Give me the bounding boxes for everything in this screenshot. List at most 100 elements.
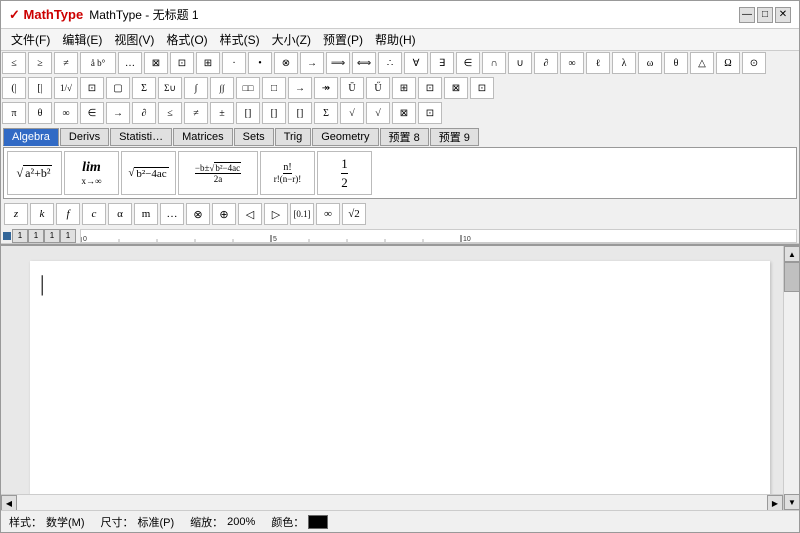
small-ellipsis[interactable]: … <box>160 203 184 225</box>
ruler-mini-2[interactable]: 1 <box>28 229 44 243</box>
small-alpha[interactable]: α <box>108 203 132 225</box>
menu-format[interactable]: 格式(O) <box>160 29 213 50</box>
tab-statisti[interactable]: Statisti… <box>110 128 172 146</box>
sym-ell[interactable]: ℓ <box>586 52 610 74</box>
tab-geometry[interactable]: Geometry <box>312 128 378 146</box>
sym-implies[interactable]: ⟹ <box>326 52 350 74</box>
tpl-sqrt-sum[interactable]: √ a²+b² <box>7 151 62 195</box>
sym-lbracket[interactable]: [| <box>28 77 52 99</box>
sym-cap[interactable]: ∩ <box>482 52 506 74</box>
sym-sqrt[interactable]: √ <box>340 102 364 124</box>
ruler-mini-4[interactable]: 1 <box>60 229 76 243</box>
small-m[interactable]: m <box>134 203 158 225</box>
sym-otimes[interactable]: ⊗ <box>274 52 298 74</box>
sym-iff[interactable]: ⟺ <box>352 52 376 74</box>
menu-help[interactable]: 帮助(H) <box>369 29 422 50</box>
menu-edit[interactable]: 编辑(E) <box>56 29 108 50</box>
sym-boxdot[interactable]: ⊡ <box>170 52 194 74</box>
sym-neq2[interactable]: ≠ <box>184 102 208 124</box>
scroll-track-v[interactable] <box>784 262 799 494</box>
menu-prefs[interactable]: 预置(P) <box>317 29 369 50</box>
menu-file[interactable]: 文件(F) <box>5 29 56 50</box>
sym-arrow-r[interactable]: → <box>288 77 312 99</box>
small-z[interactable]: z <box>4 203 28 225</box>
sym-bigomega[interactable]: Ω <box>716 52 740 74</box>
sym-boxdot3[interactable]: ⊡ <box>418 102 442 124</box>
sym-neq[interactable]: ≠ <box>54 52 78 74</box>
sym-boxplus[interactable]: ⊞ <box>196 52 220 74</box>
small-01[interactable]: [0.1] <box>290 203 314 225</box>
sym-cdot[interactable]: · <box>222 52 246 74</box>
sym-twohead[interactable]: ↠ <box>314 77 338 99</box>
small-f[interactable]: f <box>56 203 80 225</box>
sym-sigma[interactable]: Σ <box>132 77 156 99</box>
minimize-button[interactable]: — <box>739 7 755 23</box>
sym-leq2[interactable]: ≤ <box>158 102 182 124</box>
small-c[interactable]: c <box>82 203 106 225</box>
menu-size[interactable]: 大小(Z) <box>266 29 317 50</box>
sym-boxplus2[interactable]: ⊞ <box>392 77 416 99</box>
sym-triangle[interactable]: △ <box>690 52 714 74</box>
small-otimes[interactable]: ⊗ <box>186 203 210 225</box>
sym-boxes[interactable]: □□ <box>236 77 260 99</box>
sym-bracket2[interactable]: [] <box>262 102 286 124</box>
small-oplus[interactable]: ⊕ <box>212 203 236 225</box>
small-k[interactable]: k <box>30 203 54 225</box>
sym-cup[interactable]: ∪ <box>508 52 532 74</box>
small-infty[interactable]: ∞ <box>316 203 340 225</box>
close-button[interactable]: ✕ <box>775 7 791 23</box>
sym-boxtimes3[interactable]: ⊠ <box>392 102 416 124</box>
sym-theta[interactable]: θ <box>664 52 688 74</box>
sym-forall[interactable]: ∀ <box>404 52 428 74</box>
equation-page[interactable]: | <box>30 261 770 521</box>
tab-matrices[interactable]: Matrices <box>173 128 233 146</box>
ruler-mini-1[interactable]: 1 <box>12 229 28 243</box>
tpl-quad-sqrt[interactable]: √ b²−4ac <box>121 151 176 195</box>
sym-matrix-box[interactable]: ⊡ <box>80 77 104 99</box>
sym-box[interactable]: □ <box>262 77 286 99</box>
sym-partial2[interactable]: ∂ <box>132 102 156 124</box>
sym-geq[interactable]: ≥ <box>28 52 52 74</box>
sym-lambda[interactable]: λ <box>612 52 636 74</box>
sym-theta2[interactable]: θ <box>28 102 52 124</box>
tpl-limit[interactable]: lim x→∞ <box>64 151 119 195</box>
menu-style[interactable]: 样式(S) <box>214 29 266 50</box>
ruler-mini-3[interactable]: 1 <box>44 229 60 243</box>
small-rtri[interactable]: ▷ <box>264 203 288 225</box>
sym-rightarrow[interactable]: → <box>300 52 324 74</box>
scroll-left-button[interactable]: ◀ <box>1 495 17 511</box>
scroll-right-button[interactable]: ▶ <box>767 495 783 511</box>
sym-boxtimes2[interactable]: ⊠ <box>444 77 468 99</box>
tab-trig[interactable]: Trig <box>275 128 312 146</box>
sym-ubar2[interactable]: Ű <box>366 77 390 99</box>
small-sqrt2[interactable]: √2 <box>342 203 366 225</box>
tab-sets[interactable]: Sets <box>234 128 274 146</box>
sym-ubar1[interactable]: Ū <box>340 77 364 99</box>
menu-view[interactable]: 视图(V) <box>108 29 160 50</box>
sym-boxdot2[interactable]: ⊡ <box>418 77 442 99</box>
sym-frac-sqrt[interactable]: 1/√ <box>54 77 78 99</box>
sym-therefore[interactable]: ∴ <box>378 52 402 74</box>
sym-omega[interactable]: ω <box>638 52 662 74</box>
tab-derivs[interactable]: Derivs <box>60 128 109 146</box>
scroll-thumb-v[interactable] <box>784 262 799 292</box>
sym-in[interactable]: ∈ <box>456 52 480 74</box>
sym-sqrt2[interactable]: √ <box>366 102 390 124</box>
tpl-quadratic[interactable]: −b± √ b²−4ac 2a <box>178 151 258 195</box>
sym-leq[interactable]: ≤ <box>2 52 26 74</box>
sym-bracket1[interactable]: [] <box>236 102 260 124</box>
small-ltri[interactable]: ◁ <box>238 203 262 225</box>
sym-pi[interactable]: π <box>2 102 26 124</box>
sym-alpha-beta[interactable]: å b° <box>80 52 116 74</box>
sym-circledot[interactable]: ⊙ <box>742 52 766 74</box>
content-area[interactable]: | ▲ ▼ ◀ ▶ <box>1 246 799 532</box>
sym-arrow2[interactable]: → <box>106 102 130 124</box>
scroll-down-button[interactable]: ▼ <box>784 494 799 510</box>
tab-preset8[interactable]: 预置 8 <box>380 128 429 146</box>
sym-sigma-cup[interactable]: Σ∪ <box>158 77 182 99</box>
sym-lparen[interactable]: (| <box>2 77 26 99</box>
sym-int[interactable]: ∫ <box>184 77 208 99</box>
sym-pm[interactable]: ± <box>210 102 234 124</box>
tpl-permutation[interactable]: n! r!(n−r)! <box>260 151 315 195</box>
sym-iint[interactable]: ∫∫ <box>210 77 234 99</box>
